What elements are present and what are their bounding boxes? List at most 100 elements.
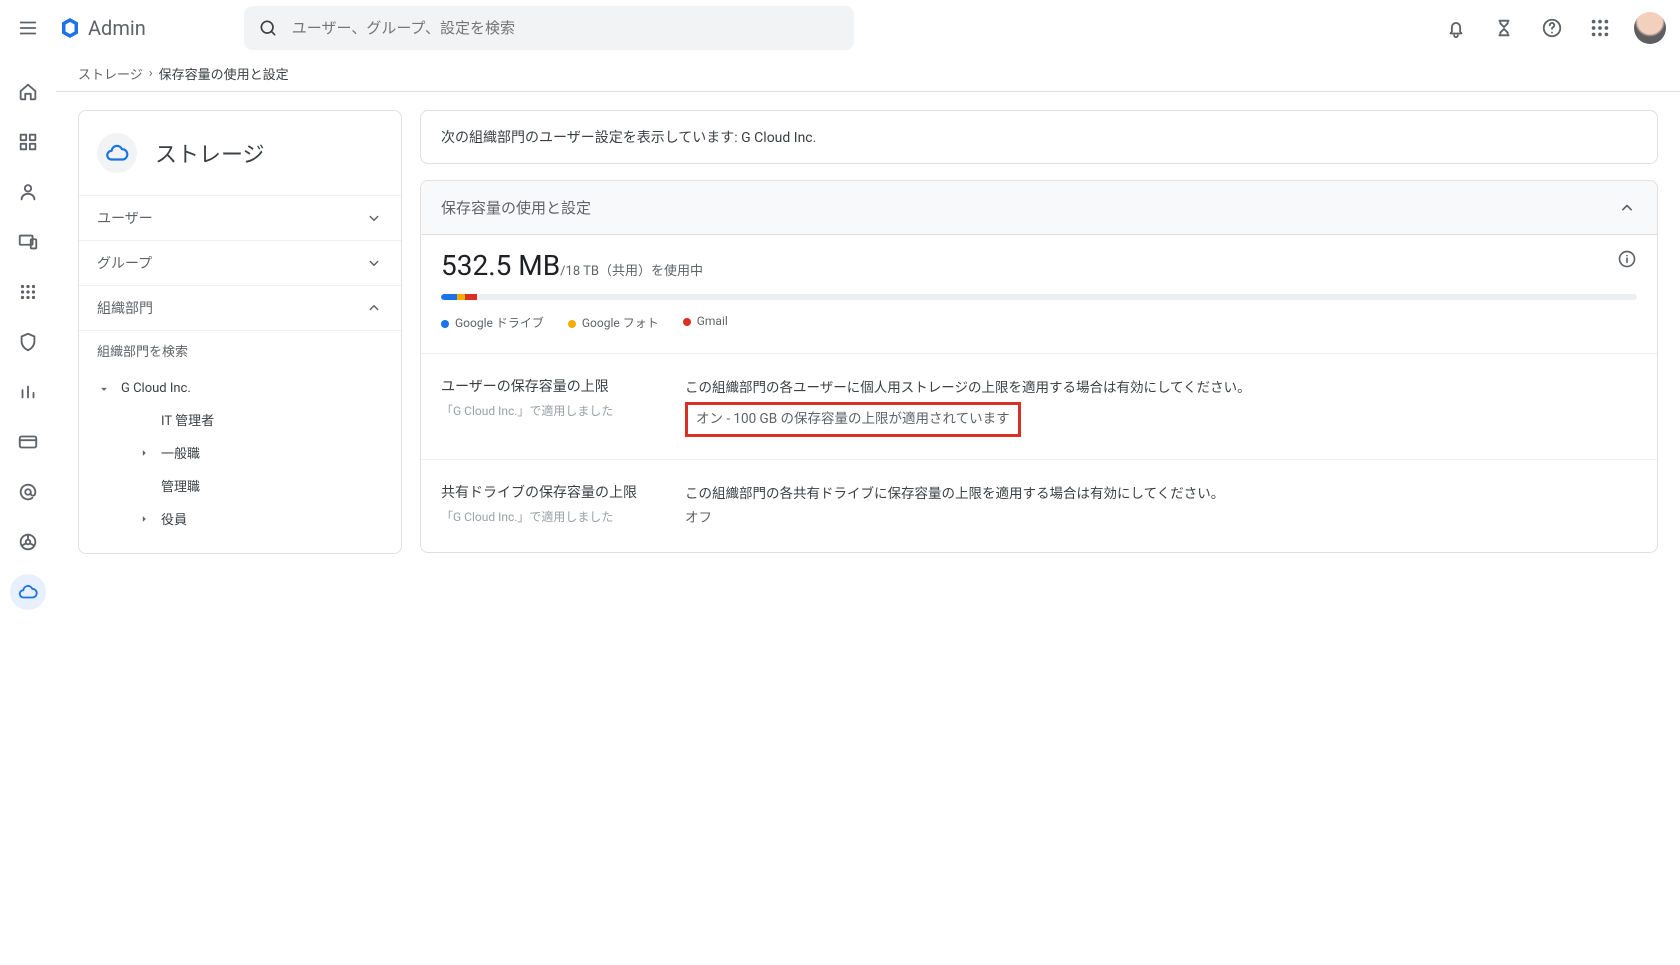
info-button[interactable] — [1617, 249, 1637, 273]
tasks-button[interactable] — [1484, 8, 1524, 48]
chevron-down-icon — [365, 209, 383, 227]
notifications-button[interactable] — [1436, 8, 1476, 48]
steering-icon — [17, 531, 39, 553]
nav-users[interactable] — [10, 174, 46, 210]
usage-block: 532.5 MB/18 TB（共用）を使用中 Google ドライブ Googl… — [421, 235, 1657, 353]
org-tree: G Cloud Inc. IT 管理者 一般職 管理職 役員 — [79, 370, 401, 553]
nav-dashboard[interactable] — [10, 124, 46, 160]
search-box[interactable] — [244, 6, 854, 50]
scope-panel-header: ストレージ — [79, 111, 401, 195]
org-context-prefix: 次の組織部門のユーザー設定を表示しています: — [441, 130, 741, 146]
at-icon — [17, 481, 39, 503]
menu-button[interactable] — [8, 8, 48, 48]
nav-devices[interactable] — [10, 224, 46, 260]
storage-badge-icon — [97, 133, 137, 173]
search-input[interactable] — [292, 19, 840, 37]
breadcrumb: ストレージ › 保存容量の使用と設定 — [56, 56, 1680, 92]
breadcrumb-parent[interactable]: ストレージ — [78, 64, 143, 83]
setting-status-highlight: オン - 100 GB の保存容量の上限が適用されています — [685, 402, 1021, 436]
accordion-user[interactable]: ユーザー — [79, 195, 401, 240]
home-icon — [17, 81, 39, 103]
org-root[interactable]: G Cloud Inc. — [79, 374, 401, 403]
hourglass-icon — [1493, 17, 1515, 39]
setting-status: オフ — [685, 506, 1637, 530]
legend-drive: Google ドライブ — [441, 314, 544, 331]
org-child[interactable]: 役員 — [79, 502, 401, 535]
usage-amount: 532.5 MB — [441, 249, 560, 282]
org-child-label: 管理職 — [161, 476, 200, 495]
org-context-name: G Cloud Inc. — [741, 130, 816, 146]
shield-icon — [17, 331, 39, 353]
settings-list: ユーザーの保存容量の上限 「G Cloud Inc.」で適用しました この組織部… — [421, 353, 1657, 552]
help-button[interactable] — [1532, 8, 1572, 48]
chevron-up-icon — [365, 299, 383, 317]
product-name: Admin — [88, 16, 146, 40]
org-context-strip: 次の組織部門のユーザー設定を表示しています: G Cloud Inc. — [420, 110, 1658, 164]
setting-applied: 「G Cloud Inc.」で適用しました — [441, 402, 661, 419]
org-child-label: 一般職 — [161, 443, 200, 462]
chart-icon — [17, 381, 39, 403]
apps-icon — [17, 281, 39, 303]
legend-gmail: Gmail — [683, 314, 728, 331]
content-area: ストレージ › 保存容量の使用と設定 ストレージ ユーザー グループ 組織部門 — [56, 56, 1680, 554]
accordion-group[interactable]: グループ — [79, 240, 401, 285]
setting-desc: この組織部門の各ユーザーに個人用ストレージの上限を適用する場合は有効にしてくださ… — [685, 376, 1637, 400]
usage-total: /18 TB（共用）を使用中 — [560, 264, 703, 279]
info-icon — [1617, 249, 1637, 269]
nav-security[interactable] — [10, 324, 46, 360]
org-child[interactable]: 管理職 — [79, 469, 401, 502]
breadcrumb-current: 保存容量の使用と設定 — [159, 64, 289, 83]
org-child-label: IT 管理者 — [161, 410, 214, 429]
chevron-up-icon — [1617, 198, 1637, 218]
apps-button[interactable] — [1580, 8, 1620, 48]
breadcrumb-separator: › — [149, 66, 153, 81]
usage-seg-drive — [441, 294, 457, 300]
nav-storage[interactable] — [10, 574, 46, 610]
admin-hex-icon — [58, 16, 82, 40]
usage-bar — [441, 294, 1637, 300]
accordion-org[interactable]: 組織部門 — [79, 285, 401, 330]
account-avatar[interactable] — [1634, 12, 1666, 44]
setting-desc: この組織部門の各共有ドライブに保存容量の上限を適用する場合は有効にしてください。 — [685, 482, 1637, 506]
apps-grid-icon — [1589, 17, 1611, 39]
setting-shareddrive-limit[interactable]: 共有ドライブの保存容量の上限 「G Cloud Inc.」で適用しました この組… — [421, 460, 1657, 553]
usage-legend: Google ドライブ Google フォト Gmail — [441, 314, 1637, 331]
org-root-label: G Cloud Inc. — [121, 381, 191, 396]
chevron-down-icon — [365, 254, 383, 272]
main-panel: 次の組織部門のユーザー設定を表示しています: G Cloud Inc. 保存容量… — [420, 110, 1658, 553]
setting-user-limit[interactable]: ユーザーの保存容量の上限 「G Cloud Inc.」で適用しました この組織部… — [421, 354, 1657, 460]
product-logo[interactable]: Admin — [58, 16, 146, 40]
cloud-icon — [17, 581, 39, 603]
legend-photos: Google フォト — [568, 314, 659, 331]
card-icon — [17, 431, 39, 453]
scope-panel-title: ストレージ — [155, 137, 265, 169]
usage-seg-gmail — [465, 294, 477, 300]
accordion-org-label: 組織部門 — [97, 298, 153, 318]
caret-right-icon — [137, 446, 153, 460]
storage-card: 保存容量の使用と設定 532.5 MB/18 TB（共用）を使用中 Google — [420, 180, 1658, 553]
caret-right-icon — [137, 512, 153, 526]
org-search[interactable]: 組織部門を検索 — [79, 330, 401, 370]
org-child[interactable]: IT 管理者 — [79, 403, 401, 436]
nav-billing[interactable] — [10, 424, 46, 460]
accordion-group-label: グループ — [97, 253, 152, 273]
dashboard-icon — [17, 131, 39, 153]
scope-panel: ストレージ ユーザー グループ 組織部門 組織部門を検索 G Cloud Inc… — [78, 110, 402, 554]
setting-title: ユーザーの保存容量の上限 — [441, 376, 661, 396]
setting-title: 共有ドライブの保存容量の上限 — [441, 482, 661, 502]
nav-reports[interactable] — [10, 374, 46, 410]
hamburger-icon — [17, 17, 39, 39]
search-icon — [258, 18, 278, 38]
nav-account[interactable] — [10, 474, 46, 510]
nav-home[interactable] — [10, 74, 46, 110]
bell-icon — [1445, 17, 1467, 39]
person-icon — [17, 181, 39, 203]
org-child[interactable]: 一般職 — [79, 436, 401, 469]
help-icon — [1541, 17, 1563, 39]
nav-apps[interactable] — [10, 274, 46, 310]
org-child-label: 役員 — [161, 509, 187, 528]
nav-rules[interactable] — [10, 524, 46, 560]
top-bar: Admin — [0, 0, 1680, 56]
storage-card-header[interactable]: 保存容量の使用と設定 — [421, 181, 1657, 235]
storage-card-title: 保存容量の使用と設定 — [441, 197, 591, 218]
